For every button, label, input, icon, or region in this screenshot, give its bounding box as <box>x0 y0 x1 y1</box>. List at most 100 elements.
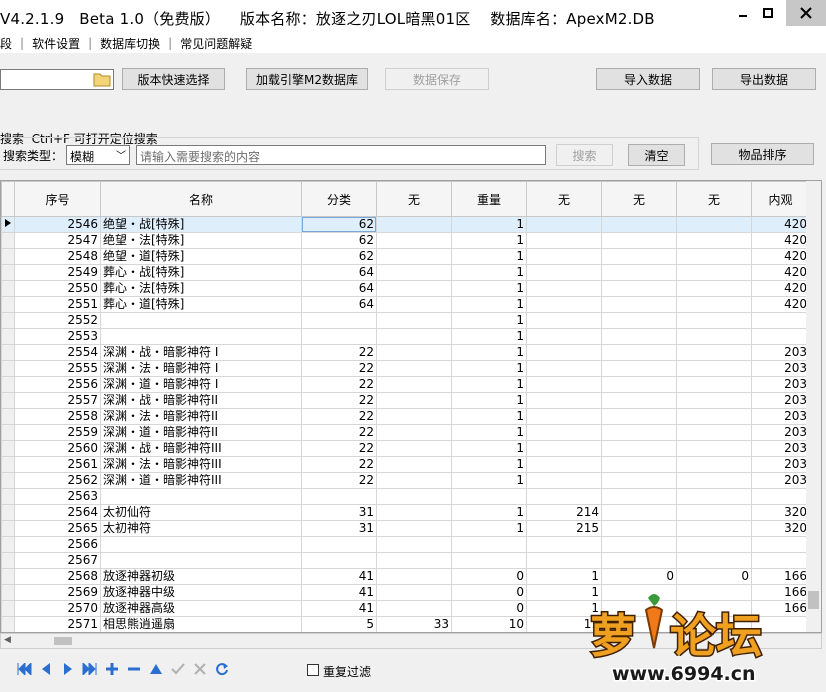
cell-none-2[interactable] <box>526 264 602 281</box>
maximize-button[interactable] <box>756 2 780 24</box>
row-indicator[interactable] <box>1 328 15 345</box>
folder-icon[interactable] <box>93 71 111 87</box>
cell-weight[interactable] <box>451 552 527 569</box>
cell-none-1[interactable] <box>376 520 452 537</box>
row-indicator[interactable] <box>1 520 15 537</box>
cell-none-3[interactable] <box>601 456 677 473</box>
cell-name[interactable] <box>100 488 302 505</box>
cell-weight[interactable]: 1 <box>451 344 527 361</box>
cell-appearance[interactable] <box>751 552 810 569</box>
cell-weight[interactable]: 1 <box>451 232 527 249</box>
table-row[interactable]: 2547 绝望・法[特殊] 62 1 420 <box>1 232 810 249</box>
column-header-none-4[interactable]: 无 <box>676 181 752 217</box>
cell-category[interactable]: 5 <box>301 616 377 632</box>
export-data-button[interactable]: 导出数据 <box>712 68 816 90</box>
cell-none-2[interactable] <box>526 248 602 265</box>
cell-none-1[interactable] <box>376 536 452 553</box>
cell-none-4[interactable] <box>676 488 752 505</box>
cell-none-1[interactable] <box>376 552 452 569</box>
cell-weight[interactable]: 1 <box>451 264 527 281</box>
cell-none-3[interactable] <box>601 520 677 537</box>
cell-none-3[interactable] <box>601 392 677 409</box>
row-indicator[interactable] <box>1 552 15 569</box>
column-header-none-3[interactable]: 无 <box>601 181 677 217</box>
cell-index[interactable]: 2554 <box>14 344 101 361</box>
cell-appearance[interactable]: 203 <box>751 344 810 361</box>
cell-category[interactable] <box>301 488 377 505</box>
cell-weight[interactable]: 1 <box>451 504 527 521</box>
cell-name[interactable] <box>100 552 302 569</box>
menu-item-settings[interactable]: 软件设置 <box>26 35 86 52</box>
table-row[interactable]: 2558 深渊・法・暗影神符II 22 1 203 <box>1 408 810 425</box>
cell-index[interactable]: 2551 <box>14 296 101 313</box>
cell-weight[interactable]: 1 <box>451 280 527 297</box>
edit-record-icon[interactable] <box>146 659 165 678</box>
cell-category[interactable]: 22 <box>301 408 377 425</box>
insert-record-icon[interactable] <box>102 659 121 678</box>
cell-weight[interactable]: 1 <box>451 328 527 345</box>
cell-weight[interactable]: 10 <box>451 616 527 632</box>
cell-category[interactable]: 22 <box>301 360 377 377</box>
cell-category[interactable] <box>301 552 377 569</box>
cell-none-1[interactable] <box>376 344 452 361</box>
cell-category[interactable]: 22 <box>301 440 377 457</box>
refresh-icon[interactable] <box>212 659 231 678</box>
table-row[interactable]: 2564 太初仙符 31 1 214 320 <box>1 504 810 521</box>
row-indicator[interactable] <box>1 232 15 249</box>
cell-name[interactable]: 深渊・战・暗影神符 I <box>100 344 302 361</box>
column-header-index[interactable]: 序号 <box>14 181 101 217</box>
cell-none-3[interactable] <box>601 440 677 457</box>
column-header-appearance[interactable]: 内观 <box>751 181 810 217</box>
cell-index[interactable]: 2560 <box>14 440 101 457</box>
cell-none-4[interactable] <box>676 264 752 281</box>
cell-weight[interactable]: 1 <box>451 248 527 265</box>
table-row[interactable]: 2561 深渊・法・暗影神符III 22 1 203 <box>1 456 810 473</box>
cell-index[interactable]: 2548 <box>14 248 101 265</box>
scroll-left-icon[interactable]: ◀ <box>4 635 11 645</box>
cell-none-3[interactable] <box>601 344 677 361</box>
cell-none-1[interactable] <box>376 232 452 249</box>
data-grid[interactable]: 序号 名称 分类 无 重量 无 无 无 内观 2546 绝望・战[特殊] 62 1 42… <box>0 180 822 633</box>
cancel-record-icon[interactable] <box>190 659 209 678</box>
cell-category[interactable]: 22 <box>301 376 377 393</box>
menu-item-partial[interactable]: 段 <box>0 35 18 52</box>
cell-category[interactable] <box>301 536 377 553</box>
cell-none-2[interactable] <box>526 440 602 457</box>
cell-none-3[interactable] <box>601 408 677 425</box>
cell-name[interactable]: 放逐神器初级 <box>100 568 302 585</box>
row-indicator[interactable] <box>1 408 15 425</box>
cell-appearance[interactable] <box>751 536 810 553</box>
cell-none-4[interactable]: 0 <box>676 568 752 585</box>
cell-weight[interactable]: 1 <box>451 440 527 457</box>
cell-none-1[interactable]: 33 <box>376 616 452 632</box>
cell-none-1[interactable] <box>376 312 452 329</box>
cell-none-1[interactable] <box>376 280 452 297</box>
row-indicator[interactable] <box>1 616 15 632</box>
cell-weight[interactable]: 1 <box>451 216 527 233</box>
cell-none-3[interactable] <box>601 424 677 441</box>
cell-appearance[interactable]: 420 <box>751 216 810 233</box>
cell-appearance[interactable]: 420 <box>751 296 810 313</box>
cell-none-1[interactable] <box>376 440 452 457</box>
cell-weight[interactable]: 1 <box>451 456 527 473</box>
cell-name[interactable]: 太初仙符 <box>100 504 302 521</box>
cell-none-4[interactable] <box>676 328 752 345</box>
column-header-weight[interactable]: 重量 <box>451 181 527 217</box>
item-sort-button[interactable]: 物品排序 <box>711 143 814 165</box>
cell-name[interactable]: 绝望・战[特殊] <box>100 216 302 233</box>
close-button[interactable] <box>786 0 826 26</box>
row-indicator[interactable] <box>1 456 15 473</box>
cell-name[interactable]: 深渊・法・暗影神符III <box>100 456 302 473</box>
cell-none-3[interactable] <box>601 280 677 297</box>
cell-appearance[interactable]: 166 <box>751 568 810 585</box>
vertical-scrollbar[interactable] <box>806 181 821 632</box>
cell-none-3[interactable]: 0 <box>601 568 677 585</box>
row-indicator[interactable] <box>1 584 15 601</box>
cell-none-1[interactable] <box>376 360 452 377</box>
row-indicator[interactable] <box>1 376 15 393</box>
cell-none-3[interactable] <box>601 488 677 505</box>
cell-none-1[interactable] <box>376 248 452 265</box>
save-data-button[interactable]: 数据保存 <box>385 68 489 90</box>
cell-name[interactable] <box>100 328 302 345</box>
cell-appearance[interactable]: 203 <box>751 360 810 377</box>
